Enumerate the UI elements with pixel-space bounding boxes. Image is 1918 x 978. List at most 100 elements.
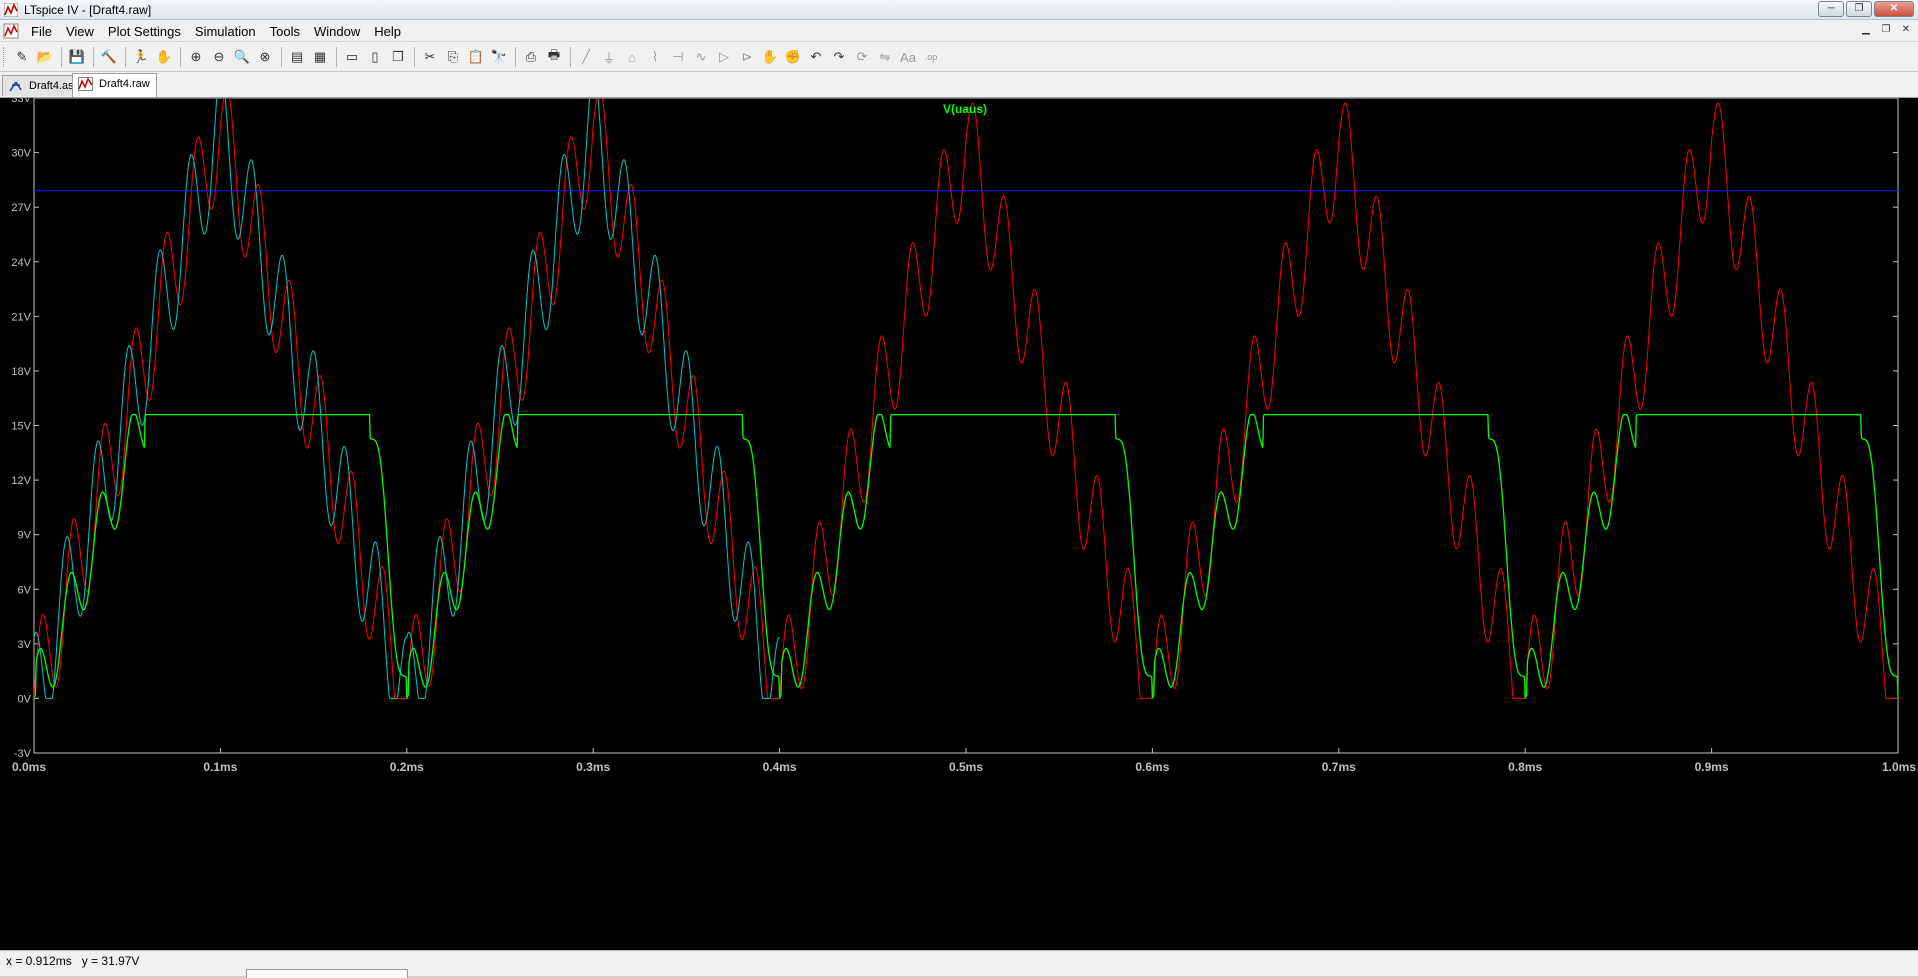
x-tick-label: 0.4ms: [763, 760, 797, 774]
toolbar-separator: [125, 47, 126, 67]
zoom-fit-icon[interactable]: ⊗: [255, 47, 275, 67]
menu-tools[interactable]: Tools: [263, 23, 307, 40]
diode-icon[interactable]: ▷: [714, 47, 734, 67]
tile-horizontal-icon[interactable]: ▭: [342, 47, 362, 67]
x-tick-label: 0.5ms: [949, 760, 983, 774]
cursor-readout: x = 0.912ms y = 31.97V: [6, 954, 139, 968]
menu-view[interactable]: View: [59, 23, 101, 40]
cursor-y-readout: y = 31.97V: [81, 954, 140, 968]
title-bar: LTspice IV - [Draft4.raw] ─ ❐ ✕: [0, 0, 1918, 20]
y-tick-label: 12V: [11, 475, 31, 487]
window-controls: ─ ❐ ✕: [1818, 1, 1914, 17]
y-tick-label: 24V: [11, 257, 31, 269]
component-icon[interactable]: ⊳: [737, 47, 757, 67]
document-icon[interactable]: [3, 23, 19, 39]
redo-icon[interactable]: ↷: [829, 47, 849, 67]
print-preview-icon[interactable]: ⎙: [521, 47, 541, 67]
doc-restore-icon[interactable]: ❐: [1878, 23, 1894, 37]
copy-icon[interactable]: ⎘: [443, 47, 463, 67]
x-tick-label: 0.8ms: [1508, 760, 1542, 774]
control-panel-icon[interactable]: 🔨: [99, 47, 119, 67]
trace-label-v-uaus[interactable]: V(uaus): [943, 102, 987, 116]
restore-button[interactable]: ❐: [1846, 1, 1872, 17]
halt-icon[interactable]: ✋: [154, 47, 174, 67]
minimize-button[interactable]: ─: [1818, 1, 1844, 17]
waveform-plot-pane[interactable]: -3V 0V 3V 6V 9V 12V 15V 18V 21V 24V 27V 30V 33V 0.0ms…: [0, 62, 1918, 950]
move-icon[interactable]: ✋: [760, 47, 780, 67]
y-tick-label: 15V: [11, 421, 31, 433]
waveform-chart[interactable]: -3V 0V 3V 6V 9V 12V 15V 18V 21V 24V 27V 30V 33V 0.0ms…: [0, 62, 1918, 950]
doc-close-icon[interactable]: ✕: [1898, 23, 1914, 37]
new-schematic-icon[interactable]: ✎: [12, 47, 32, 67]
cut-icon[interactable]: ✂: [420, 47, 440, 67]
x-tick-label: 0.6ms: [1135, 760, 1169, 774]
run-icon[interactable]: 🏃: [131, 47, 151, 67]
traces-layer: [33, 62, 1899, 699]
label-icon[interactable]: ⌂: [622, 47, 642, 67]
toolbar-separator: [336, 47, 337, 67]
y-tick-label: 6V: [18, 584, 32, 596]
zoom-out-icon[interactable]: ⊖: [209, 47, 229, 67]
y-tick-label: 30V: [11, 148, 31, 160]
undo-icon[interactable]: ↶: [806, 47, 826, 67]
cascade-icon[interactable]: ❐: [388, 47, 408, 67]
doc-minimize-icon[interactable]: ▁: [1858, 23, 1874, 37]
menu-file[interactable]: File: [24, 23, 59, 40]
resistor-icon[interactable]: ⌇: [645, 47, 665, 67]
toolbar: ✎ 📂 💾 🔨 🏃 ✋ ⊕ ⊖ 🔍 ⊗ ▤ ▦ ▭ ▯ ❐ ✂ ⎘ 📋 🔭 ⎙ 🖶 ╱ ⏚ ⌂ ⌇ ⊣ ∿ ▷ ⊳ ✋ ✊ ↶ ↷ ⟳ ⇋ Aa .op: [0, 42, 1918, 72]
y-tick-label: 33V: [11, 98, 31, 105]
zoom-in-icon[interactable]: ⊕: [186, 47, 206, 67]
toolbar-separator: [93, 47, 94, 67]
save-icon[interactable]: 💾: [67, 47, 87, 67]
y-tick-label: 0V: [18, 693, 32, 705]
capacitor-icon[interactable]: ⊣: [668, 47, 688, 67]
rotate-icon[interactable]: ⟳: [852, 47, 872, 67]
y-tick-label: 18V: [11, 366, 31, 378]
menu-simulation[interactable]: Simulation: [188, 23, 263, 40]
tab-draft4-raw[interactable]: Draft4.raw: [72, 73, 157, 97]
schematic-icon: [9, 81, 22, 92]
paste-icon[interactable]: 📋: [466, 47, 486, 67]
menu-plot-settings[interactable]: Plot Settings: [101, 23, 188, 40]
mirror-icon[interactable]: ⇋: [875, 47, 895, 67]
document-window-controls: ▁ ❐ ✕: [1858, 23, 1914, 37]
trace-red-ripple[interactable]: [33, 88, 1898, 699]
wire-icon[interactable]: ╱: [576, 47, 596, 67]
menu-window[interactable]: Window: [307, 23, 367, 40]
drag-icon[interactable]: ✊: [783, 47, 803, 67]
x-tick-label: 0.3ms: [576, 760, 610, 774]
y-tick-label: 3V: [18, 639, 32, 651]
inductor-icon[interactable]: ∿: [691, 47, 711, 67]
toolbar-grip[interactable]: [3, 47, 7, 67]
status-bar: x = 0.912ms y = 31.97V: [0, 950, 1918, 978]
status-pane: [246, 969, 408, 978]
menu-help[interactable]: Help: [367, 23, 408, 40]
autorange-icon[interactable]: ▤: [287, 47, 307, 67]
toolbar-separator: [515, 47, 516, 67]
zoom-area-icon[interactable]: 🔍: [232, 47, 252, 67]
text-icon[interactable]: Aa: [898, 47, 918, 67]
find-icon[interactable]: 🔭: [489, 47, 509, 67]
grid-icon[interactable]: ▦: [310, 47, 330, 67]
x-tick-label: 0.1ms: [203, 760, 237, 774]
y-tick-label: 9V: [18, 530, 32, 542]
trace-v-uaus[interactable]: [33, 413, 1899, 699]
toolbar-separator: [414, 47, 415, 67]
trace-cyan-ripple[interactable]: [33, 62, 780, 699]
toolbar-separator: [61, 47, 62, 67]
spice-directive-icon[interactable]: .op: [921, 47, 941, 67]
menu-items: File View Plot Settings Simulation Tools Wind…: [24, 23, 408, 40]
menu-bar: File View Plot Settings Simulation Tools Wind…: [0, 20, 1918, 42]
x-tick-label: 0.9ms: [1695, 760, 1729, 774]
axes-layer: -3V 0V 3V 6V 9V 12V 15V 18V 21V 24V 27V 30V 33V 0.0ms…: [11, 93, 1916, 774]
x-tick-label: 0.2ms: [390, 760, 424, 774]
ltspice-app-icon[interactable]: [4, 3, 18, 17]
cursor-x-readout: x = 0.912ms: [6, 954, 72, 968]
close-button[interactable]: ✕: [1874, 1, 1914, 17]
x-tick-label: 1.0ms: [1882, 760, 1916, 774]
tile-vertical-icon[interactable]: ▯: [365, 47, 385, 67]
open-icon[interactable]: 📂: [35, 47, 55, 67]
print-icon[interactable]: 🖶: [544, 47, 564, 67]
waveform-icon: [78, 77, 93, 91]
ground-icon[interactable]: ⏚: [599, 47, 619, 67]
